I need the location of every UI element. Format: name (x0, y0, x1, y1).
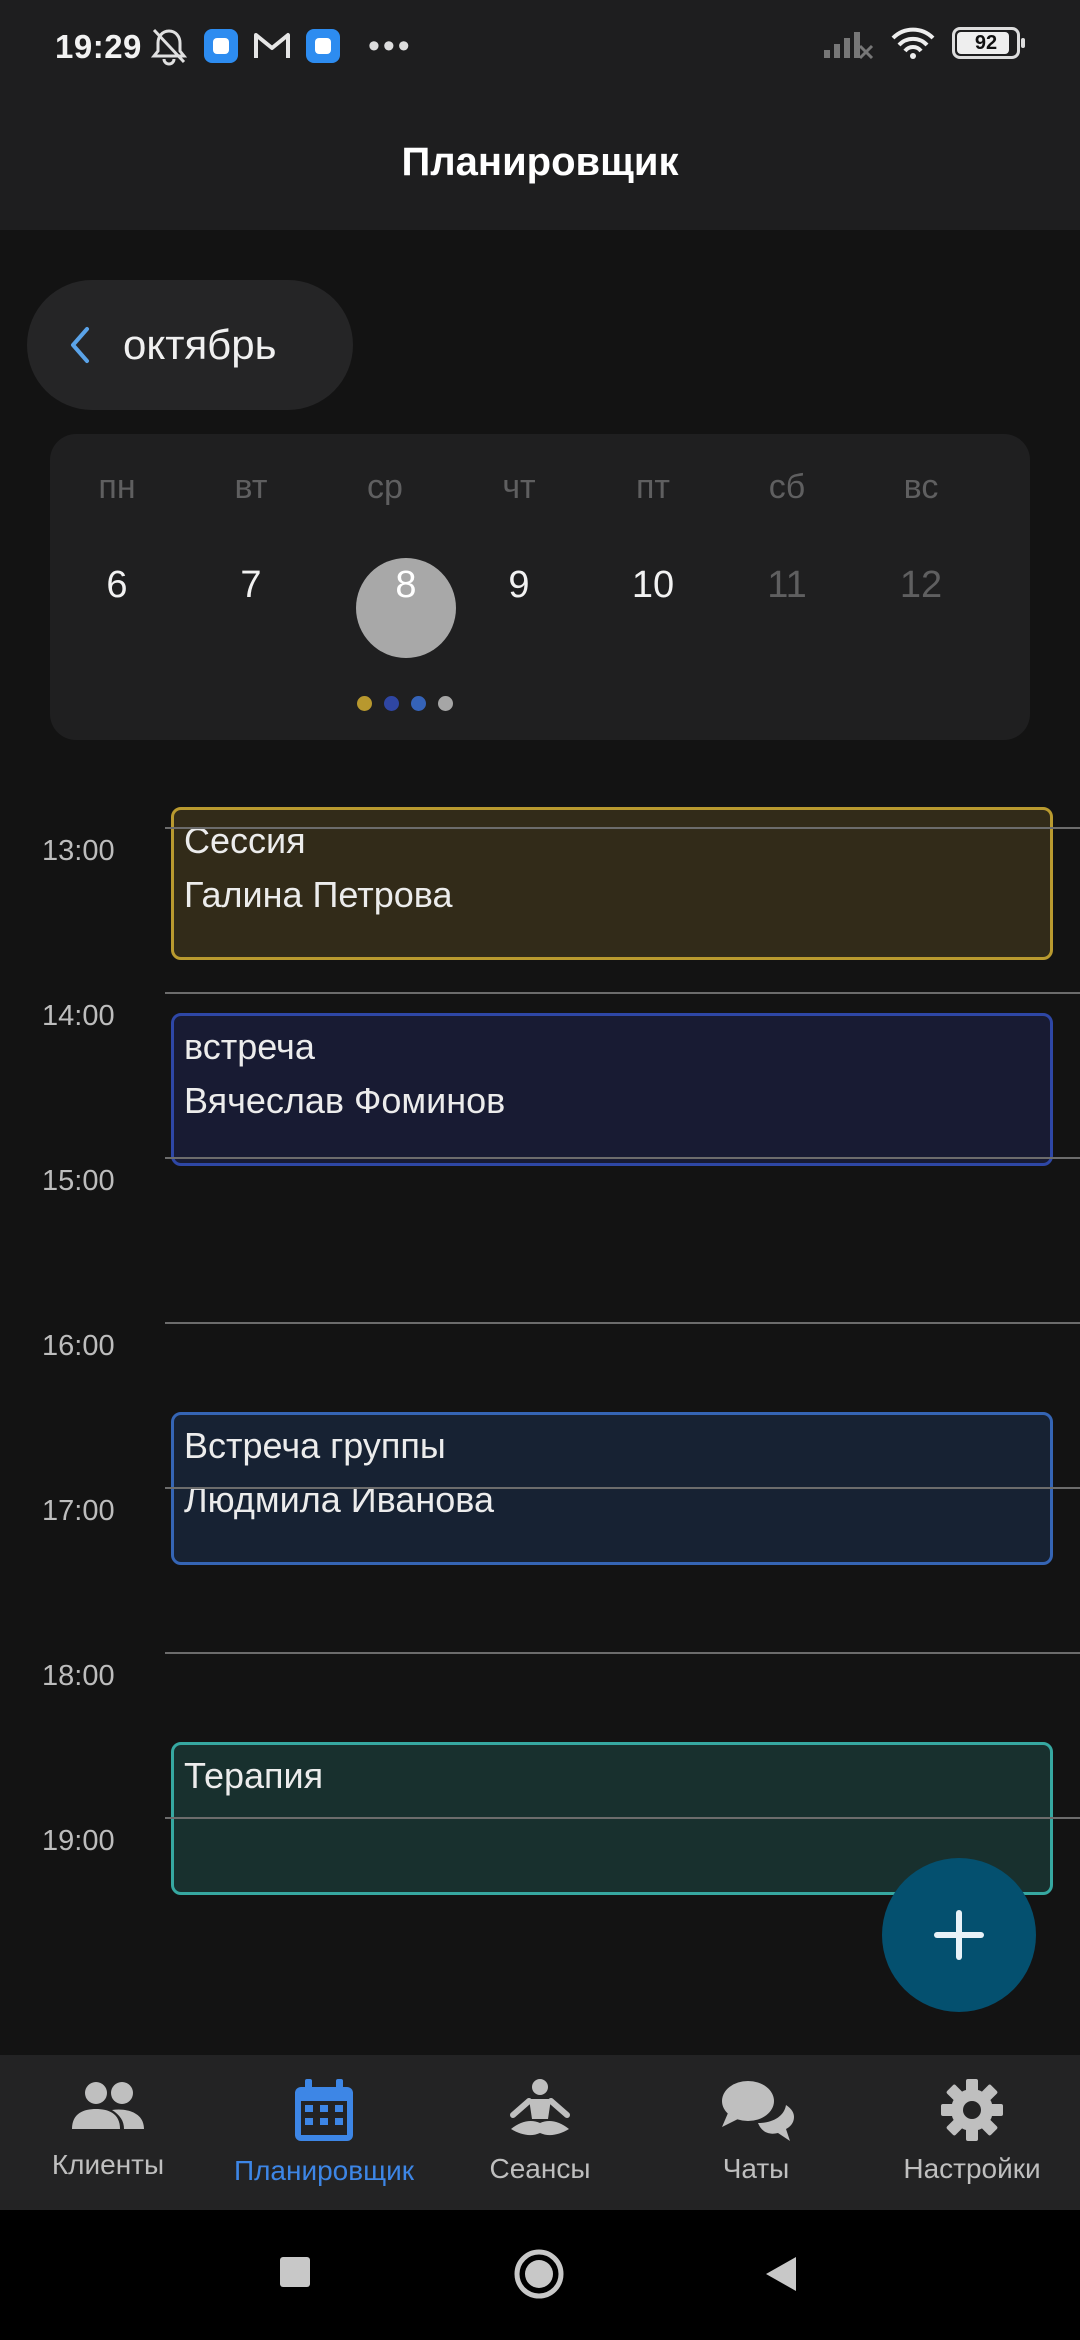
status-time: 19:29 (55, 28, 142, 65)
event-card[interactable]: Сессия Галина Петрова (171, 807, 1053, 960)
app-icon (204, 29, 238, 63)
event-title: Терапия (184, 1755, 324, 1796)
nav-label: Планировщик (233, 2155, 415, 2186)
nav-clients[interactable]: Клиенты (0, 2055, 216, 2210)
nav-label: Настройки (903, 2153, 1041, 2184)
weekday-label: ср (367, 468, 403, 506)
battery-level: 92 (974, 31, 998, 54)
home-circle-icon[interactable] (513, 2248, 565, 2300)
weekday-label: пт (636, 468, 670, 506)
month-label: октябрь (123, 321, 277, 368)
nav-label: Клиенты (51, 2149, 165, 2180)
hour-label: 18:00 (42, 1660, 115, 1692)
day-cell[interactable]: 6 (50, 564, 184, 607)
people-icon (72, 2082, 144, 2129)
notification-icons: ••• (148, 26, 413, 66)
hour-line (165, 1487, 1080, 1489)
event-card[interactable]: встреча Вячеслав Фоминов (171, 1013, 1053, 1166)
gmail-icon (254, 33, 290, 58)
back-triangle-icon[interactable] (762, 2254, 798, 2294)
hour-line (165, 827, 1080, 829)
nav-chats[interactable]: Чаты (648, 2055, 864, 2210)
page-title: Планировщик (401, 140, 679, 184)
event-dot (411, 696, 426, 711)
recents-square-icon[interactable] (278, 2255, 312, 2289)
hour-label: 16:00 (42, 1330, 115, 1362)
system-status-icons: 92 (822, 26, 1025, 60)
add-event-button[interactable] (882, 1858, 1036, 2012)
weekday-label: вс (903, 468, 939, 506)
bottom-nav: Клиенты Планировщик Сеансы Чаты Настройк… (0, 2055, 1080, 2210)
day-cell[interactable]: 7 (184, 564, 318, 607)
month-selector[interactable]: октябрь (27, 280, 353, 410)
hour-label: 19:00 (42, 1825, 115, 1857)
hour-line (165, 1817, 1080, 1819)
more-icon: ••• (368, 27, 413, 65)
plus-icon (934, 1910, 984, 1960)
weekday-label: вт (234, 468, 268, 506)
event-title: Встреча группы (184, 1425, 446, 1466)
hour-line (165, 1157, 1080, 1159)
event-dot (384, 696, 399, 711)
nav-label: Сеансы (489, 2153, 591, 2184)
hour-line (165, 992, 1080, 994)
hour-line (165, 1322, 1080, 1324)
meditation-icon (510, 2079, 570, 2136)
mute-icon (150, 28, 188, 66)
week-calendar: пн вт ср чт пт сб вс 6 7 8 9 10 11 12 (50, 434, 1030, 740)
day-cell[interactable]: 11 (720, 564, 854, 607)
wifi-icon (891, 27, 935, 59)
day-cell[interactable]: 10 (586, 564, 720, 607)
signal-icon (824, 32, 874, 60)
chat-icon (722, 2081, 794, 2141)
weekday-label: сб (768, 468, 806, 506)
weekday-label: пн (98, 468, 136, 506)
status-bar: 19:29 ••• 92 (0, 0, 1080, 95)
day-cell[interactable]: 12 (854, 564, 988, 607)
event-person: Людмила Иванова (184, 1479, 494, 1520)
hour-line (165, 1652, 1080, 1654)
hour-label: 14:00 (42, 1000, 115, 1032)
hour-label: 17:00 (42, 1495, 115, 1527)
hour-label: 13:00 (42, 835, 115, 867)
nav-sessions[interactable]: Сеансы (432, 2055, 648, 2210)
event-person: Галина Петрова (184, 874, 453, 915)
gear-icon (941, 2079, 1003, 2141)
calendar-icon (295, 2079, 353, 2141)
event-title: Сессия (184, 820, 306, 861)
hour-label: 15:00 (42, 1165, 115, 1197)
app-icon (306, 29, 340, 63)
event-dot (357, 696, 372, 711)
event-dot (438, 696, 453, 711)
event-person: Вячеслав Фоминов (184, 1080, 506, 1121)
system-nav-bar (0, 2210, 1080, 2340)
nav-planner[interactable]: Планировщик (216, 2055, 432, 2210)
nav-settings[interactable]: Настройки (864, 2055, 1080, 2210)
chevron-left-icon[interactable] (67, 325, 93, 365)
weekday-label: чт (502, 468, 536, 506)
event-title: встреча (184, 1026, 315, 1067)
app-bar: Планировщик (0, 95, 1080, 230)
battery-icon: 92 (952, 27, 1025, 59)
day-cell[interactable]: 9 (452, 564, 586, 607)
nav-label: Чаты (722, 2153, 790, 2184)
